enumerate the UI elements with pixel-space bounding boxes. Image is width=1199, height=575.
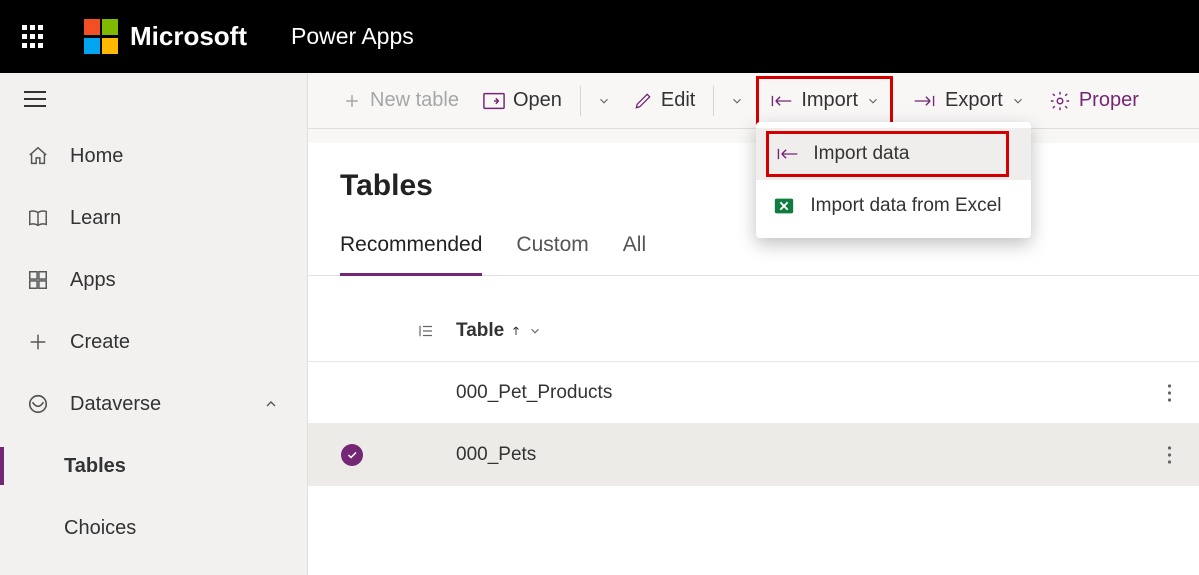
chevron-up-icon <box>263 396 279 412</box>
nav-label: Apps <box>70 269 116 292</box>
dataverse-icon <box>24 393 52 415</box>
open-button[interactable]: Open <box>473 81 572 121</box>
nav-sub-label: Tables <box>64 455 126 478</box>
nav-label: Create <box>70 331 130 354</box>
export-button[interactable]: Export <box>903 81 1035 121</box>
table-row[interactable]: 000_Pets <box>308 424 1199 486</box>
grid-icon <box>24 269 52 291</box>
nav-sub-label: Choices <box>64 517 136 540</box>
import-icon <box>775 145 799 163</box>
nav-label: Learn <box>70 207 121 230</box>
nav-choices[interactable]: Choices <box>0 497 307 559</box>
row-name: 000_Pet_Products <box>456 382 1139 404</box>
sort-asc-icon <box>510 324 522 338</box>
check-circle-icon[interactable] <box>341 444 363 466</box>
home-icon <box>24 145 52 167</box>
nav-learn[interactable]: Learn <box>0 187 307 249</box>
import-dropdown: Import data Import data from Excel <box>756 122 1031 238</box>
dd-label: Import data <box>813 143 909 165</box>
new-table-button[interactable]: New table <box>332 81 469 121</box>
open-icon <box>483 92 505 110</box>
table-row[interactable]: 000_Pet_Products <box>308 362 1199 424</box>
row-more-icon[interactable] <box>1139 383 1199 403</box>
nav-create[interactable]: Create <box>0 311 307 373</box>
export-icon <box>913 92 937 110</box>
cmd-label: Proper <box>1079 89 1139 112</box>
chevron-down-icon <box>528 324 542 338</box>
dd-label: Import data from Excel <box>810 195 1001 217</box>
edit-button[interactable]: Edit <box>623 81 705 121</box>
import-highlight: Import <box>756 76 893 126</box>
open-chevron[interactable] <box>589 94 619 108</box>
chevron-down-icon <box>866 94 880 108</box>
import-excel-item[interactable]: Import data from Excel <box>756 180 1031 232</box>
gear-icon <box>1049 90 1071 112</box>
row-name: 000_Pets <box>456 444 1139 466</box>
nav-label: Dataverse <box>70 393 161 416</box>
nav-dataverse[interactable]: Dataverse <box>0 373 307 435</box>
import-button[interactable]: Import <box>761 81 888 121</box>
chevron-down-icon <box>1011 94 1025 108</box>
grid-header-row: Table <box>308 300 1199 362</box>
app-name-label: Power Apps <box>291 23 414 50</box>
cmd-label: Open <box>513 89 562 112</box>
row-more-icon[interactable] <box>1139 445 1199 465</box>
cmd-label: New table <box>370 89 459 112</box>
tab-recommended[interactable]: Recommended <box>340 233 482 276</box>
book-icon <box>24 207 52 229</box>
import-data-item[interactable]: Import data <box>756 128 1031 180</box>
import-icon <box>769 92 793 110</box>
waffle-icon[interactable] <box>22 25 46 49</box>
col-label: Table <box>456 320 504 342</box>
list-view-icon[interactable] <box>396 322 456 340</box>
microsoft-logo-icon <box>84 19 120 55</box>
cmd-label: Edit <box>661 89 695 112</box>
hamburger-icon[interactable] <box>24 91 46 107</box>
edit-chevron[interactable] <box>722 94 752 108</box>
properties-button[interactable]: Proper <box>1039 81 1149 121</box>
excel-icon <box>772 195 796 217</box>
tables-grid: Table 000_Pet_Products <box>308 300 1199 486</box>
brand-label: Microsoft <box>130 21 247 52</box>
command-bar: New table Open Edit <box>308 73 1199 129</box>
nav-apps[interactable]: Apps <box>0 249 307 311</box>
plus-icon <box>342 91 362 111</box>
pencil-icon <box>633 91 653 111</box>
tab-custom[interactable]: Custom <box>516 233 588 275</box>
column-header-table[interactable]: Table <box>456 320 1139 342</box>
page-title: Tables <box>308 143 1199 207</box>
left-nav: Home Learn Apps Create Dataverse <box>0 73 308 575</box>
cmd-label: Export <box>945 89 1003 112</box>
nav-home[interactable]: Home <box>0 125 307 187</box>
plus-icon <box>24 331 52 353</box>
main-area: New table Open Edit <box>308 73 1199 575</box>
nav-label: Home <box>70 145 123 168</box>
nav-tables[interactable]: Tables <box>0 435 307 497</box>
cmd-label: Import <box>801 89 858 112</box>
content-panel: Tables Recommended Custom All Table <box>308 143 1199 575</box>
tab-bar: Recommended Custom All <box>308 207 1199 276</box>
app-header: Microsoft Power Apps <box>0 0 1199 73</box>
tab-all[interactable]: All <box>623 233 646 275</box>
